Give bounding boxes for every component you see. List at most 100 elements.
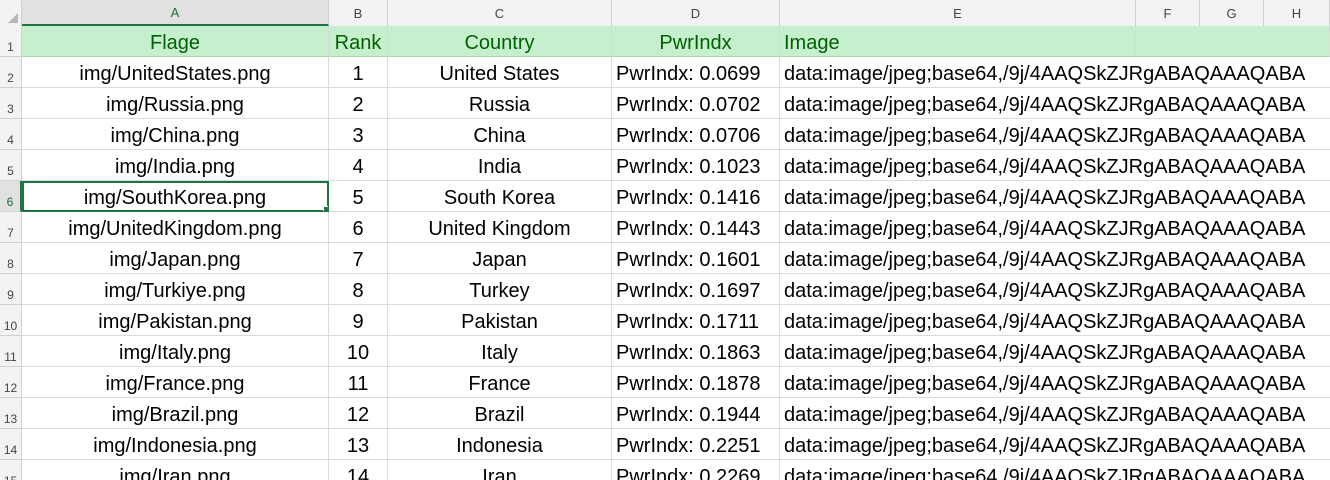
cell-pwrindx[interactable]: PwrIndx: 0.1416 [612, 181, 780, 212]
cell-flag-path[interactable]: img/Japan.png [22, 243, 329, 274]
row-header[interactable]: 3 [0, 88, 22, 119]
row-header[interactable]: 8 [0, 243, 22, 274]
cell-pwrindx[interactable]: PwrIndx: 0.1878 [612, 367, 780, 398]
cell-country[interactable]: Pakistan [388, 305, 612, 336]
cell-country[interactable]: Italy [388, 336, 612, 367]
cell-rank[interactable]: 11 [329, 367, 388, 398]
cell-flag-path[interactable]: img/Russia.png [22, 88, 329, 119]
cell-image-data[interactable]: data:image/jpeg;base64,/9j/4AAQSkZJRgABA… [780, 243, 1330, 274]
cell-flag-path[interactable]: img/Indonesia.png [22, 429, 329, 460]
column-header-f[interactable]: F [1136, 0, 1200, 26]
row-header[interactable]: 1 [0, 26, 22, 57]
cell-country[interactable]: China [388, 119, 612, 150]
cell-image-data[interactable]: data:image/jpeg;base64,/9j/4AAQSkZJRgABA… [780, 57, 1330, 88]
cell-image-data[interactable]: data:image/jpeg;base64,/9j/4AAQSkZJRgABA… [780, 336, 1330, 367]
row-header[interactable]: 4 [0, 119, 22, 150]
cell-image-data[interactable]: data:image/jpeg;base64,/9j/4AAQSkZJRgABA… [780, 181, 1330, 212]
cell-flag-path[interactable]: img/Iran.png [22, 460, 329, 480]
cell-flag-path[interactable]: img/Pakistan.png [22, 305, 329, 336]
header-cell-flage[interactable]: Flage [22, 26, 329, 57]
cell-image-data[interactable]: data:image/jpeg;base64,/9j/4AAQSkZJRgABA… [780, 150, 1330, 181]
row-header[interactable]: 9 [0, 274, 22, 305]
cell-image-data[interactable]: data:image/jpeg;base64,/9j/4AAQSkZJRgABA… [780, 119, 1330, 150]
cell-rank[interactable]: 1 [329, 57, 388, 88]
cell-country[interactable]: Japan [388, 243, 612, 274]
cell-flag-path[interactable]: img/India.png [22, 150, 329, 181]
cell-pwrindx[interactable]: PwrIndx: 0.0706 [612, 119, 780, 150]
cell-image-data[interactable]: data:image/jpeg;base64,/9j/4AAQSkZJRgABA… [780, 398, 1330, 429]
cell-country[interactable]: South Korea [388, 181, 612, 212]
row-header[interactable]: 2 [0, 57, 22, 88]
cell-image-data[interactable]: data:image/jpeg;base64,/9j/4AAQSkZJRgABA… [780, 88, 1330, 119]
cell-pwrindx[interactable]: PwrIndx: 0.1023 [612, 150, 780, 181]
column-header-d[interactable]: D [612, 0, 780, 26]
column-header-e[interactable]: E [780, 0, 1136, 26]
cell-rank[interactable]: 7 [329, 243, 388, 274]
cell-rank[interactable]: 8 [329, 274, 388, 305]
cell-pwrindx[interactable]: PwrIndx: 0.2251 [612, 429, 780, 460]
header-cell-country[interactable]: Country [388, 26, 612, 57]
cell-rank[interactable]: 4 [329, 150, 388, 181]
cell-country[interactable]: Turkey [388, 274, 612, 305]
cell-country[interactable]: France [388, 367, 612, 398]
cell-flag-path[interactable]: img/UnitedStates.png [22, 57, 329, 88]
cell-image-data[interactable]: data:image/jpeg;base64,/9j/4AAQSkZJRgABA… [780, 429, 1330, 460]
cell-flag-path[interactable]: img/SouthKorea.png [22, 181, 329, 212]
cell-flag-path[interactable]: img/France.png [22, 367, 329, 398]
column-header-g[interactable]: G [1200, 0, 1264, 26]
cell-rank[interactable]: 6 [329, 212, 388, 243]
cell-flag-path[interactable]: img/Brazil.png [22, 398, 329, 429]
header-cell-image[interactable]: Image [780, 26, 1136, 57]
header-cell-rank[interactable]: Rank [329, 26, 388, 57]
cell-image-data[interactable]: data:image/jpeg;base64,/9j/4AAQSkZJRgABA… [780, 367, 1330, 398]
header-cell-empty[interactable] [1136, 26, 1330, 57]
cell-country[interactable]: India [388, 150, 612, 181]
header-cell-pwrindx[interactable]: PwrIndx [612, 26, 780, 57]
cell-image-data[interactable]: data:image/jpeg;base64,/9j/4AAQSkZJRgABA… [780, 305, 1330, 336]
cell-flag-path[interactable]: img/China.png [22, 119, 329, 150]
cell-country[interactable]: Brazil [388, 398, 612, 429]
cell-pwrindx[interactable]: PwrIndx: 0.2269 [612, 460, 780, 480]
cell-country[interactable]: Indonesia [388, 429, 612, 460]
cell-rank[interactable]: 9 [329, 305, 388, 336]
row-header[interactable]: 15 [0, 460, 22, 480]
row-header[interactable]: 10 [0, 305, 22, 336]
row-header[interactable]: 6 [0, 181, 22, 212]
column-header-b[interactable]: B [329, 0, 388, 26]
cell-pwrindx[interactable]: PwrIndx: 0.0699 [612, 57, 780, 88]
cell-pwrindx[interactable]: PwrIndx: 0.1697 [612, 274, 780, 305]
fill-handle[interactable] [323, 206, 328, 211]
cell-image-data[interactable]: data:image/jpeg;base64,/9j/4AAQSkZJRgABA… [780, 460, 1330, 480]
cell-rank[interactable]: 12 [329, 398, 388, 429]
row-header[interactable]: 7 [0, 212, 22, 243]
cell-country[interactable]: Iran [388, 460, 612, 480]
cell-pwrindx[interactable]: PwrIndx: 0.0702 [612, 88, 780, 119]
cell-rank[interactable]: 3 [329, 119, 388, 150]
row-header[interactable]: 12 [0, 367, 22, 398]
cell-pwrindx[interactable]: PwrIndx: 0.1711 [612, 305, 780, 336]
column-header-a[interactable]: A [22, 0, 329, 26]
cell-country[interactable]: United States [388, 57, 612, 88]
cell-pwrindx[interactable]: PwrIndx: 0.1443 [612, 212, 780, 243]
cell-pwrindx[interactable]: PwrIndx: 0.1601 [612, 243, 780, 274]
cell-country[interactable]: Russia [388, 88, 612, 119]
cell-rank[interactable]: 5 [329, 181, 388, 212]
cell-country[interactable]: United Kingdom [388, 212, 612, 243]
cell-flag-path[interactable]: img/UnitedKingdom.png [22, 212, 329, 243]
cell-flag-path[interactable]: img/Turkiye.png [22, 274, 329, 305]
cell-image-data[interactable]: data:image/jpeg;base64,/9j/4AAQSkZJRgABA… [780, 274, 1330, 305]
cell-rank[interactable]: 10 [329, 336, 388, 367]
cell-pwrindx[interactable]: PwrIndx: 0.1863 [612, 336, 780, 367]
cell-rank[interactable]: 13 [329, 429, 388, 460]
cell-image-data[interactable]: data:image/jpeg;base64,/9j/4AAQSkZJRgABA… [780, 212, 1330, 243]
row-header[interactable]: 13 [0, 398, 22, 429]
column-header-h[interactable]: H [1264, 0, 1330, 26]
cell-flag-path[interactable]: img/Italy.png [22, 336, 329, 367]
cell-rank[interactable]: 14 [329, 460, 388, 480]
cell-rank[interactable]: 2 [329, 88, 388, 119]
row-header[interactable]: 14 [0, 429, 22, 460]
row-header[interactable]: 5 [0, 150, 22, 181]
cell-pwrindx[interactable]: PwrIndx: 0.1944 [612, 398, 780, 429]
column-header-c[interactable]: C [388, 0, 612, 26]
select-all-corner[interactable] [0, 0, 22, 26]
